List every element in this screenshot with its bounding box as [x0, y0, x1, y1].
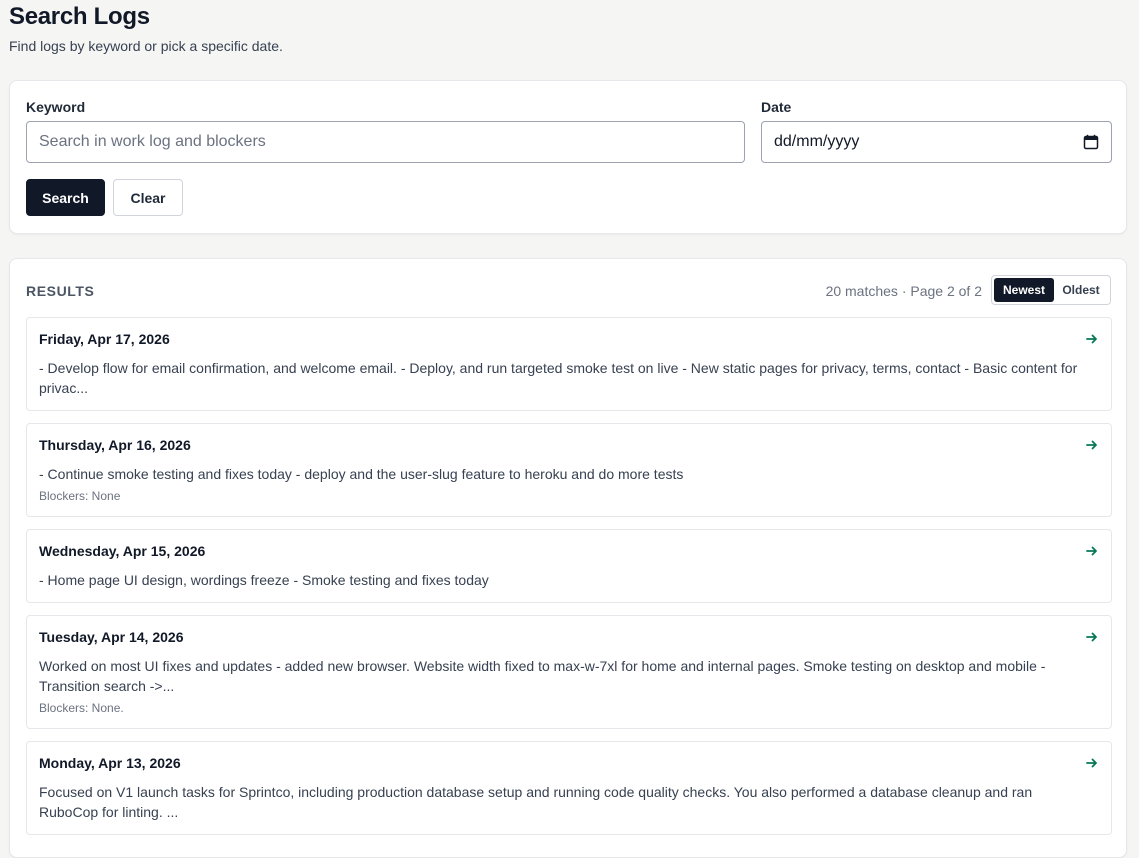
date-input[interactable]: dd/mm/yyyy — [761, 121, 1112, 163]
result-blockers: Blockers: None. — [39, 701, 124, 715]
search-form-card: Keyword Date dd/mm/yyyy Search Clear — [9, 80, 1127, 234]
result-date: Wednesday, Apr 15, 2026 — [39, 543, 206, 559]
keyword-input[interactable] — [26, 121, 745, 163]
result-item[interactable]: Wednesday, Apr 15, 2026 - Home page UI d… — [26, 529, 1112, 603]
result-summary: - Home page UI design, wordings freeze -… — [39, 572, 489, 588]
arrow-right-icon[interactable] — [1085, 756, 1099, 770]
sort-oldest-button[interactable]: Oldest — [1054, 278, 1108, 302]
page-title: Search Logs — [9, 3, 150, 30]
arrow-right-icon[interactable] — [1085, 332, 1099, 346]
result-blockers: Blockers: None — [39, 489, 121, 503]
result-list: Friday, Apr 17, 2026 - Develop flow for … — [26, 317, 1112, 847]
result-summary: Worked on most UI fixes and updates - ad… — [39, 658, 1046, 694]
sort-newest-button[interactable]: Newest — [994, 278, 1054, 302]
result-date: Friday, Apr 17, 2026 — [39, 331, 170, 347]
arrow-right-icon[interactable] — [1085, 438, 1099, 452]
date-label: Date — [761, 99, 792, 115]
results-count: 20 matches · Page 2 of 2 — [825, 283, 982, 299]
result-date: Tuesday, Apr 14, 2026 — [39, 629, 184, 645]
page-subtitle: Find logs by keyword or pick a specific … — [9, 38, 283, 54]
result-date: Thursday, Apr 16, 2026 — [39, 437, 191, 453]
keyword-label: Keyword — [26, 99, 86, 115]
result-item[interactable]: Tuesday, Apr 14, 2026 Worked on most UI … — [26, 615, 1112, 729]
results-card: RESULTS 20 matches · Page 2 of 2 Newest … — [9, 258, 1127, 858]
search-button[interactable]: Search — [26, 179, 105, 216]
date-input-value: dd/mm/yyyy — [774, 133, 860, 150]
arrow-right-icon[interactable] — [1085, 630, 1099, 644]
calendar-icon[interactable] — [1083, 134, 1099, 150]
result-item[interactable]: Friday, Apr 17, 2026 - Develop flow for … — [26, 317, 1112, 411]
result-summary: Focused on V1 launch tasks for Sprintco,… — [39, 784, 1033, 820]
clear-button[interactable]: Clear — [113, 179, 183, 216]
result-item[interactable]: Thursday, Apr 16, 2026 - Continue smoke … — [26, 423, 1112, 517]
result-date: Monday, Apr 13, 2026 — [39, 755, 181, 771]
arrow-right-icon[interactable] — [1085, 544, 1099, 558]
sort-toggle: Newest Oldest — [991, 275, 1111, 305]
result-item[interactable]: Monday, Apr 13, 2026 Focused on V1 launc… — [26, 741, 1112, 835]
result-summary: - Continue smoke testing and fixes today… — [39, 466, 684, 482]
results-heading: RESULTS — [26, 283, 95, 299]
result-summary: - Develop flow for email confirmation, a… — [39, 360, 1078, 396]
